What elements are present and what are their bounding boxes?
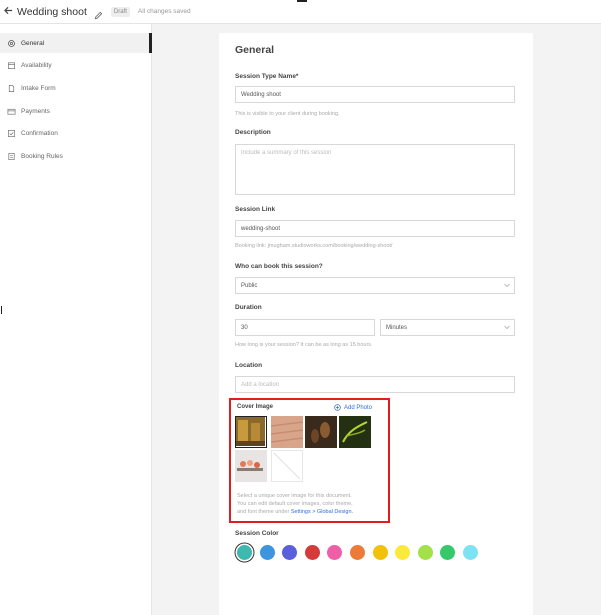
location-input[interactable]: Add a location <box>235 376 515 393</box>
color-swatch[interactable] <box>259 545 275 560</box>
duration-input[interactable]: 30 <box>235 319 375 336</box>
sidebar-item-payments[interactable]: Payments <box>0 101 150 121</box>
back-arrow-icon[interactable] <box>4 6 14 18</box>
general-form-card: General Session Type Name* Wedding shoot… <box>219 33 533 615</box>
session-color-label: Session Color <box>235 530 279 537</box>
session-type-input[interactable]: Wedding shoot <box>235 86 515 103</box>
global-design-link[interactable]: Settings > Global Design. <box>291 509 353 515</box>
gear-icon <box>7 39 16 48</box>
color-swatch[interactable] <box>327 545 343 560</box>
text-cursor <box>1 306 2 314</box>
sidebar-item-intake-form[interactable]: Intake Form <box>0 78 150 98</box>
add-photo-label: Add Photo <box>344 404 373 411</box>
cover-thumb-3[interactable] <box>305 416 337 448</box>
duration-unit-select[interactable]: Minutes <box>380 319 515 336</box>
sidebar-item-availability[interactable]: Availability <box>0 55 150 75</box>
sidebar-item-booking-rules[interactable]: Booking Rules <box>0 146 150 166</box>
session-type-label: Session Type Name* <box>235 73 299 80</box>
session-type-hint: This is visible to your client during bo… <box>235 111 340 117</box>
document-icon <box>7 84 16 93</box>
status-badge: Draft <box>110 6 130 17</box>
cover-thumb-1[interactable] <box>235 416 267 448</box>
cover-image-hint: Select a unique cover image for this doc… <box>237 492 387 516</box>
description-textarea[interactable]: Include a summary of this session <box>235 144 515 195</box>
active-indicator <box>149 33 152 53</box>
sidebar-item-confirmation[interactable]: Confirmation <box>0 123 150 143</box>
color-swatch[interactable] <box>350 545 365 560</box>
cover-hint-line-2: You can edit default cover images, color… <box>237 501 353 507</box>
page-title: General <box>235 44 275 56</box>
save-status: All changes saved <box>137 8 191 15</box>
top-bar: Wedding shoot Draft All changes saved <box>0 0 601 24</box>
color-swatch[interactable] <box>304 545 320 560</box>
who-can-book-label: Who can book this session? <box>235 263 323 270</box>
sidebar-item-label: General <box>21 39 45 47</box>
sidebar-item-label: Availability <box>21 61 52 69</box>
calendar-icon <box>7 61 16 70</box>
cover-image-label: Cover Image <box>237 404 274 410</box>
chevron-down-icon <box>504 283 510 288</box>
color-swatch[interactable] <box>463 545 478 560</box>
add-photo-button[interactable]: Add Photo <box>334 404 372 411</box>
cover-hint-line-3: and font theme under <box>237 509 290 515</box>
cover-thumb-none[interactable] <box>271 450 303 482</box>
duration-unit-value: Minutes <box>386 324 408 331</box>
sidebar-item-label: Confirmation <box>21 129 58 137</box>
cover-thumb-2[interactable] <box>270 416 304 448</box>
sidebar-item-label: Booking Rules <box>21 152 63 160</box>
location-label: Location <box>235 362 263 369</box>
sidebar-item-general[interactable]: General <box>0 33 150 53</box>
duration-hint: How long is your session? It can be as l… <box>235 342 373 348</box>
session-link-input[interactable]: wedding-shoot <box>235 220 515 237</box>
rules-icon <box>7 152 16 161</box>
session-link-label: Session Link <box>235 206 276 213</box>
sidebar: General Availability Intake Form Payment… <box>0 24 152 615</box>
color-swatch[interactable] <box>237 545 252 560</box>
session-link-hint: Booking link: jmugham.studioworks.com/bo… <box>235 243 393 249</box>
sidebar-item-label: Intake Form <box>21 84 56 92</box>
card-icon <box>7 107 16 116</box>
color-swatch[interactable] <box>372 545 388 560</box>
cover-image-section: Cover Image Add Photo Select a unique co… <box>229 398 390 523</box>
cover-thumb-4[interactable] <box>339 416 371 448</box>
who-can-book-select[interactable]: Public <box>235 277 515 294</box>
sidebar-item-label: Payments <box>21 107 50 115</box>
cover-thumb-5[interactable] <box>235 450 267 482</box>
session-title: Wedding shoot <box>17 5 87 18</box>
check-square-icon <box>7 129 16 138</box>
who-can-book-value: Public <box>241 282 258 289</box>
cover-hint-line-1: Select a unique cover image for this doc… <box>237 493 352 499</box>
duration-label: Duration <box>235 304 262 311</box>
pencil-icon[interactable] <box>94 7 103 20</box>
color-swatch[interactable] <box>282 545 298 560</box>
color-swatch[interactable] <box>440 545 456 560</box>
top-notch <box>297 0 307 2</box>
description-label: Description <box>235 129 271 136</box>
color-swatch[interactable] <box>417 545 433 560</box>
color-swatch[interactable] <box>395 545 411 560</box>
chevron-down-icon <box>504 325 510 330</box>
plus-circle-icon <box>334 404 341 411</box>
